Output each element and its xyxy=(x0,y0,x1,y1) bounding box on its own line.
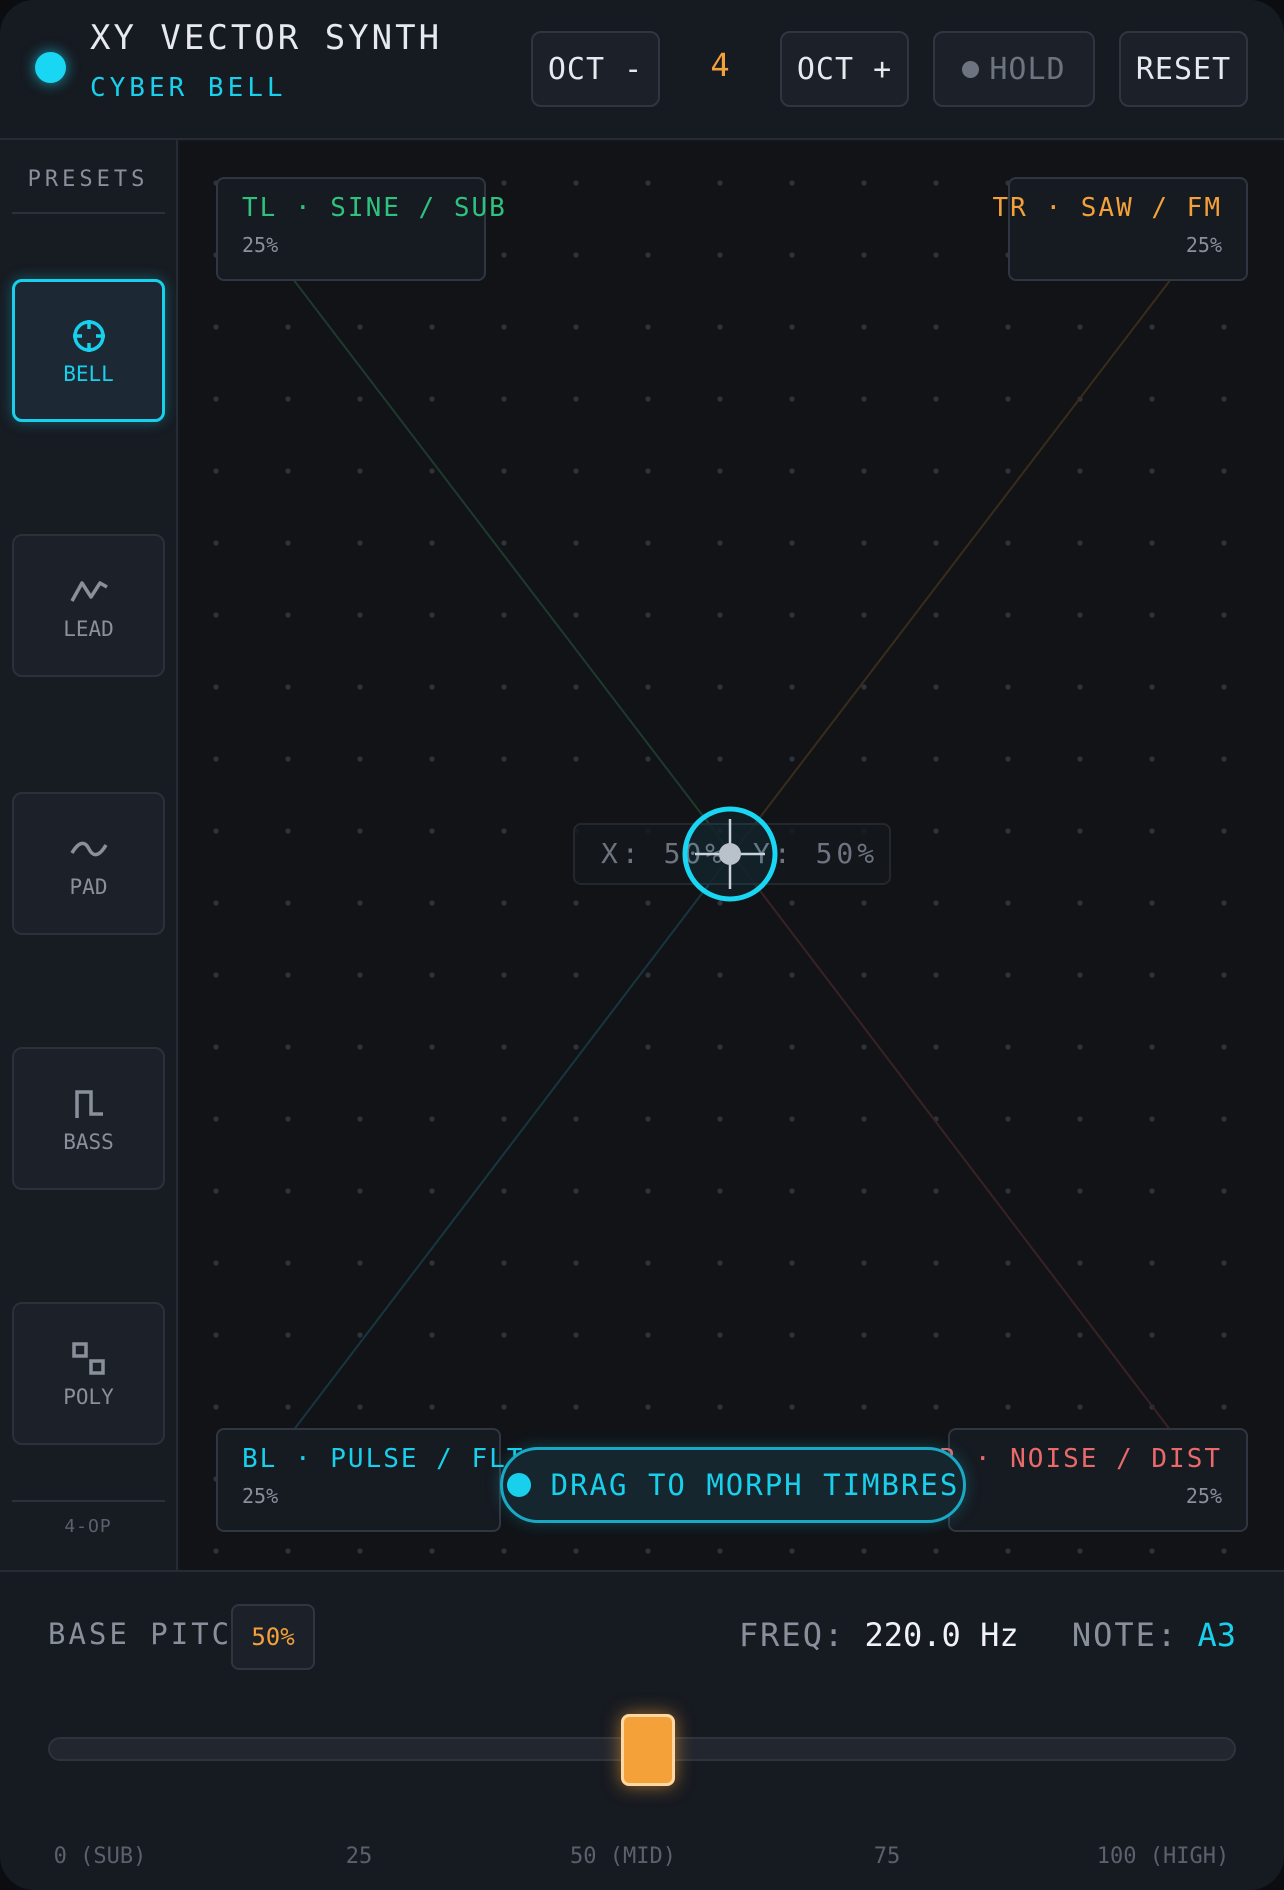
pitch-slider-thumb[interactable] xyxy=(621,1714,675,1786)
tick-label: 75 xyxy=(873,1844,901,1869)
xy-cursor-handle[interactable] xyxy=(681,805,779,903)
zigzag-icon xyxy=(69,580,108,602)
corner-label: TL · SINE / SUB xyxy=(242,193,507,223)
corner-bl-pulse-flt: BL · PULSE / FLT 25% xyxy=(216,1428,522,1532)
engine-label: 4-OP xyxy=(64,1516,112,1537)
square-wave-icon xyxy=(74,1089,103,1118)
tick-label: 25 xyxy=(345,1844,373,1869)
base-pitch-label: BASE PITCH xyxy=(48,1617,253,1651)
octave-up-button[interactable]: OCT + xyxy=(780,31,909,107)
header: XY VECTOR SYNTH CYBER BELL OCT - 4 OCT +… xyxy=(0,0,1284,140)
preset-pad[interactable]: PAD xyxy=(12,792,165,935)
current-preset-name: CYBER BELL xyxy=(90,73,287,103)
wave-icon xyxy=(69,841,108,856)
corner-label: TR · SAW / FM xyxy=(992,193,1222,223)
tick-label: 50 (MID) xyxy=(570,1844,676,1869)
corner-br-noise-dist: BR · NOISE / DIST 25% xyxy=(922,1428,1248,1532)
morph-hint-text: DRAG TO MORPH TIMBRES xyxy=(550,1468,960,1502)
reset-button[interactable]: RESET xyxy=(1119,31,1248,107)
power-indicator xyxy=(35,52,66,83)
preset-label: POLY xyxy=(63,1384,114,1409)
crosshair-icon xyxy=(72,319,105,352)
morph-hint-pill: DRAG TO MORPH TIMBRES xyxy=(500,1447,966,1523)
tick-label: 100 (HIGH) xyxy=(1096,1844,1230,1869)
corner-mix: 25% xyxy=(242,1484,279,1508)
preset-label: BASS xyxy=(63,1129,114,1154)
preset-label: BELL xyxy=(63,361,114,386)
preset-bell[interactable]: BELL xyxy=(12,279,165,422)
preset-poly[interactable]: POLY xyxy=(12,1302,165,1445)
corner-tr-saw-fm: TR · SAW / FM 25% xyxy=(993,177,1248,281)
tick-label: 0 (SUB) xyxy=(53,1844,147,1869)
hold-dot-icon xyxy=(962,60,980,78)
preset-bass[interactable]: BASS xyxy=(12,1047,165,1190)
preset-label: PAD xyxy=(69,874,108,899)
hold-button[interactable]: HOLD xyxy=(933,31,1095,107)
base-pitch-panel: BASE PITCH 50% FREQ: 220.0 Hz NOTE: A3 0… xyxy=(0,1570,1284,1890)
corner-mix: 25% xyxy=(1185,233,1222,257)
corner-mix: 25% xyxy=(242,233,279,257)
synth-app: XY VECTOR SYNTH CYBER BELL OCT - 4 OCT +… xyxy=(0,0,1284,1890)
note-value: A3 xyxy=(1197,1616,1236,1654)
divider xyxy=(12,1500,165,1502)
preset-lead[interactable]: LEAD xyxy=(12,534,165,677)
octave-down-button[interactable]: OCT - xyxy=(531,31,660,107)
corner-tl-sine-sub: TL · SINE / SUB 25% xyxy=(216,177,505,281)
corner-label: BL · PULSE / FLT xyxy=(242,1444,525,1474)
xy-pad[interactable]: TL · SINE / SUB 25% TR · SAW / FM 25% BL… xyxy=(180,142,1284,1570)
note-key: NOTE: xyxy=(1071,1616,1179,1654)
presets-sidebar: PRESETS BELL LEAD PAD BASS POLY 4-OP xyxy=(0,140,178,1570)
hold-label: HOLD xyxy=(989,51,1066,87)
corner-mix: 25% xyxy=(1185,1484,1222,1508)
hint-dot-icon xyxy=(506,1473,531,1497)
app-title: XY VECTOR SYNTH xyxy=(90,18,443,58)
frequency-readout: FREQ: 220.0 Hz NOTE: A3 xyxy=(739,1616,1236,1654)
corner-label: BR · NOISE / DIST xyxy=(921,1444,1222,1474)
presets-title: PRESETS xyxy=(27,167,149,192)
freq-value: 220.0 Hz xyxy=(864,1616,1019,1654)
freq-key: FREQ: xyxy=(738,1616,846,1654)
stacked-squares-icon xyxy=(71,1341,105,1375)
preset-label: LEAD xyxy=(63,616,114,641)
base-pitch-value: 50% xyxy=(231,1604,315,1670)
divider xyxy=(12,212,165,214)
octave-value: 4 xyxy=(710,46,730,84)
